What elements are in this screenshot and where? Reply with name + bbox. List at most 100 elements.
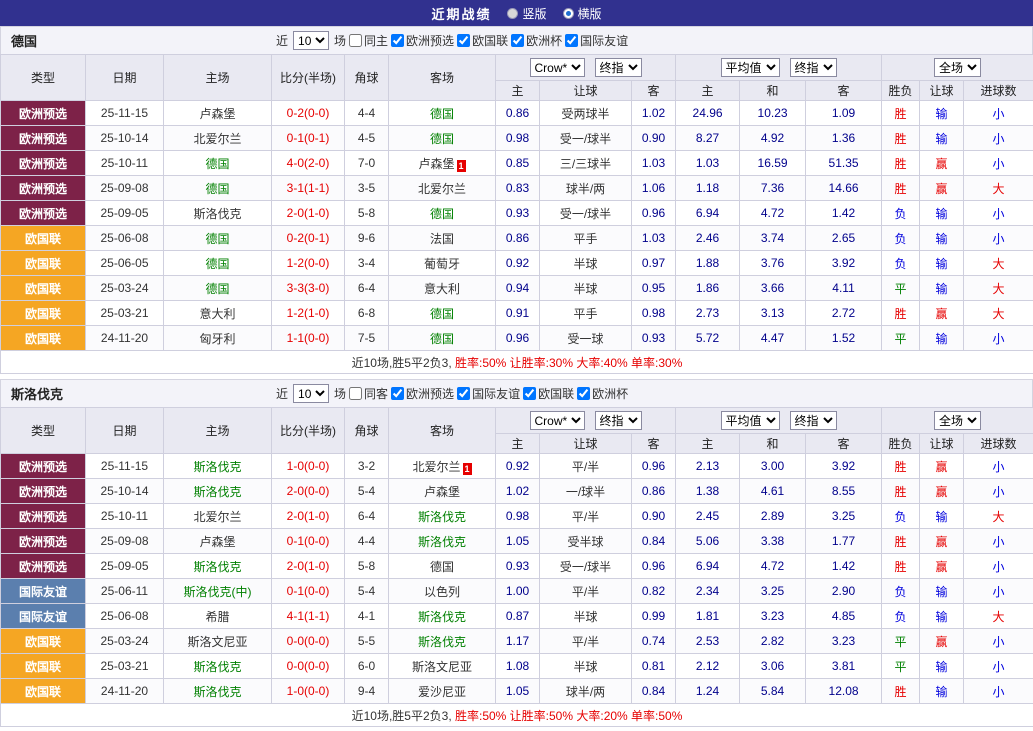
layout-option-horizontal[interactable]: 横版 xyxy=(563,5,602,22)
recent-count-select[interactable]: 10 xyxy=(293,384,329,403)
layout-option-vertical[interactable]: 竖版 xyxy=(507,5,546,22)
header-select-group: 平均值终指 xyxy=(676,55,882,81)
cell-average-draw: 2.82 xyxy=(740,629,806,654)
competition-checkbox[interactable] xyxy=(391,387,404,400)
competition-option[interactable]: 欧国联 xyxy=(523,385,574,402)
average-value-select[interactable]: 平均值 xyxy=(721,411,780,430)
fulltime-select[interactable]: 全场 xyxy=(934,411,981,430)
cell-result: 胜 xyxy=(882,151,920,176)
competition-option[interactable]: 国际友谊 xyxy=(565,32,628,49)
cell-average-away: 2.65 xyxy=(806,226,882,251)
cell-result: 负 xyxy=(882,226,920,251)
cell-handicap-line: 平手 xyxy=(540,226,632,251)
section-header: 斯洛伐克近10场同客欧洲预选国际友谊欧国联欧洲杯 xyxy=(0,379,1033,407)
cell-home-team: 卢森堡 xyxy=(164,101,272,126)
cell-corners: 5-5 xyxy=(345,629,389,654)
final-index-select[interactable]: 终指 xyxy=(595,58,642,77)
cell-competition-type: 欧洲预选 xyxy=(1,504,86,529)
cell-handicap-home-odds: 0.87 xyxy=(496,604,540,629)
cell-away-team-name: 北爱尔兰 xyxy=(418,182,466,196)
recent-count-select[interactable]: 10 xyxy=(293,31,329,50)
table-row: 欧洲预选25-09-05斯洛伐克2-0(1-0)5-8德国0.93受一/球半0.… xyxy=(1,554,1033,579)
cell-away-team: 德国 xyxy=(389,326,496,351)
same-venue-option[interactable]: 同主 xyxy=(349,32,388,49)
cell-competition-type: 欧洲预选 xyxy=(1,529,86,554)
cell-corners: 4-4 xyxy=(345,529,389,554)
competition-checkbox[interactable] xyxy=(565,34,578,47)
column-header: 角球 xyxy=(345,55,389,101)
competition-checkbox[interactable] xyxy=(577,387,590,400)
cell-handicap-line: 受半球 xyxy=(540,529,632,554)
average-value-select[interactable]: 平均值 xyxy=(721,58,780,77)
odds-company-select[interactable]: Crow* xyxy=(530,58,585,77)
summary-record: 近10场,胜5平2负3, xyxy=(352,356,455,370)
competition-checkbox[interactable] xyxy=(391,34,404,47)
table-row: 欧国联25-06-08德国0-2(0-1)9-6法国0.86平手1.032.46… xyxy=(1,226,1033,251)
table-row: 国际友谊25-06-11斯洛伐克(中)0-1(0-0)5-4以色列1.00平/半… xyxy=(1,579,1033,604)
competition-option[interactable]: 国际友谊 xyxy=(457,385,520,402)
competition-option[interactable]: 欧洲杯 xyxy=(577,385,628,402)
cell-handicap-away-odds: 1.03 xyxy=(632,226,676,251)
cell-handicap-result: 输 xyxy=(920,101,964,126)
table-row: 欧洲预选25-10-14北爱尔兰0-1(0-1)4-5德国0.98受一/球半0.… xyxy=(1,126,1033,151)
odds-company-select[interactable]: Crow* xyxy=(530,411,585,430)
competition-option[interactable]: 欧洲预选 xyxy=(391,32,454,49)
cell-home-team: 斯洛伐克 xyxy=(164,654,272,679)
cell-handicap-away-odds: 0.84 xyxy=(632,679,676,704)
cell-home-team-name: 斯洛伐克 xyxy=(193,460,241,474)
cell-corners: 5-8 xyxy=(345,201,389,226)
competition-checkbox[interactable] xyxy=(457,387,470,400)
competition-option[interactable]: 欧洲杯 xyxy=(511,32,562,49)
final-index-select[interactable]: 终指 xyxy=(790,58,837,77)
cell-average-draw: 4.47 xyxy=(740,326,806,351)
cell-average-home: 2.46 xyxy=(676,226,740,251)
competition-checkbox[interactable] xyxy=(457,34,470,47)
cell-date: 25-06-08 xyxy=(86,226,164,251)
cell-handicap-result: 赢 xyxy=(920,301,964,326)
header-select-group: 全场 xyxy=(882,408,1033,434)
cell-handicap-line: 受一/球半 xyxy=(540,201,632,226)
cell-home-team-name: 斯洛伐克 xyxy=(193,685,241,699)
table-row: 欧国联25-06-05德国1-2(0-0)3-4葡萄牙0.92半球0.971.8… xyxy=(1,251,1033,276)
final-index-select[interactable]: 终指 xyxy=(790,411,837,430)
cell-result: 平 xyxy=(882,276,920,301)
cell-competition-type: 欧国联 xyxy=(1,251,86,276)
cell-away-team: 斯洛伐克 xyxy=(389,604,496,629)
competition-checkbox[interactable] xyxy=(523,387,536,400)
cell-corners: 4-5 xyxy=(345,126,389,151)
column-header: 类型 xyxy=(1,408,86,454)
cell-home-team-name: 斯洛伐克(中) xyxy=(184,585,252,599)
same-venue-option[interactable]: 同客 xyxy=(349,385,388,402)
same-venue-checkbox[interactable] xyxy=(349,387,362,400)
competition-label: 欧洲杯 xyxy=(526,32,562,49)
radio-horizontal-icon[interactable] xyxy=(563,8,574,19)
table-row: 欧国联25-03-24斯洛文尼亚0-0(0-0)5-5斯洛伐克1.17平/半0.… xyxy=(1,629,1033,654)
cell-average-draw: 3.38 xyxy=(740,529,806,554)
competition-option[interactable]: 欧国联 xyxy=(457,32,508,49)
cell-goals-result: 大 xyxy=(964,251,1033,276)
red-card-icon: 1 xyxy=(457,160,466,172)
cell-away-team-name: 斯洛文尼亚 xyxy=(412,660,472,674)
fulltime-select[interactable]: 全场 xyxy=(934,58,981,77)
summary-cell: 近10场,胜5平2负3, 胜率:50% 让胜率:50% 大率:20% 单率:50… xyxy=(1,704,1033,727)
final-index-select[interactable]: 终指 xyxy=(595,411,642,430)
filter-bar: 近10场同客欧洲预选国际友谊欧国联欧洲杯 xyxy=(276,384,628,403)
cell-goals-result: 小 xyxy=(964,151,1033,176)
competition-checkbox[interactable] xyxy=(511,34,524,47)
subcolumn-header: 和 xyxy=(740,81,806,101)
cell-handicap-result: 赢 xyxy=(920,629,964,654)
competition-option[interactable]: 欧洲预选 xyxy=(391,385,454,402)
subcolumn-header: 主 xyxy=(496,81,540,101)
cell-handicap-away-odds: 0.98 xyxy=(632,301,676,326)
radio-vertical-icon[interactable] xyxy=(507,8,518,19)
cell-date: 25-03-24 xyxy=(86,629,164,654)
cell-home-team: 斯洛文尼亚 xyxy=(164,629,272,654)
cell-home-team: 德国 xyxy=(164,251,272,276)
same-venue-checkbox[interactable] xyxy=(349,34,362,47)
header-selects: 平均值终指 xyxy=(676,58,881,77)
table-row: 欧洲预选25-10-11北爱尔兰2-0(1-0)6-4斯洛伐克0.98平/半0.… xyxy=(1,504,1033,529)
cell-handicap-away-odds: 0.96 xyxy=(632,201,676,226)
cell-goals-result: 小 xyxy=(964,454,1033,479)
cell-result: 胜 xyxy=(882,479,920,504)
cell-goals-result: 小 xyxy=(964,101,1033,126)
